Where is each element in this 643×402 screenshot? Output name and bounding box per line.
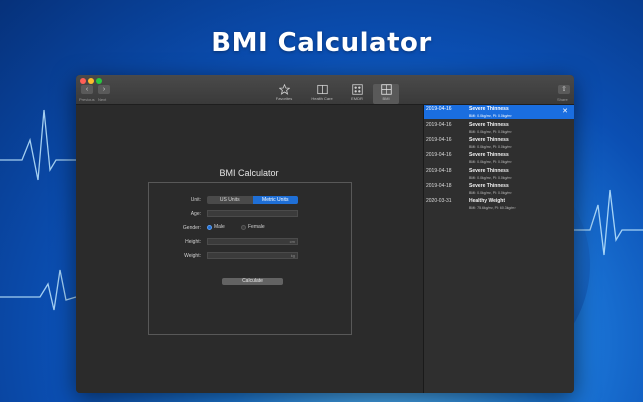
history-row[interactable]: 2020-03-31 Healthy Weight BMI: 75.6kg/m²… xyxy=(424,197,574,211)
history-detail: BMI: 0.0kg/m², PI: 0.0kg/m³ xyxy=(469,130,512,134)
chevron-right-icon: › xyxy=(102,86,106,93)
history-date: 2019-04-16 xyxy=(426,152,452,158)
unit-label: Unit: xyxy=(190,197,201,203)
previous-button[interactable]: ‹ xyxy=(81,85,93,94)
toolbar-item-health-care[interactable]: Health Care xyxy=(309,84,335,104)
minimize-window-button[interactable] xyxy=(88,78,94,84)
calculate-button[interactable]: Calculate xyxy=(222,278,283,285)
gender-female-label: Female xyxy=(248,224,265,230)
share-label: Share xyxy=(557,97,568,102)
history-row[interactable]: 2019-04-18 Severe Thinness BMI: 0.0kg/m²… xyxy=(424,182,574,196)
hero-title: BMI Calculator xyxy=(211,28,432,58)
gender-label: Gender: xyxy=(182,225,201,231)
history-detail: BMI: 0.0kg/m², PI: 0.0kg/m³ xyxy=(469,176,512,180)
height-label: Height: xyxy=(185,239,201,245)
history-list: 2019-04-16 Severe Thinness BMI: 0.0kg/m²… xyxy=(424,105,574,393)
unit-segmented-control[interactable]: US Units Metric Units xyxy=(207,196,298,204)
gender-male-radio[interactable] xyxy=(207,225,212,230)
main-panel: BMI Calculator Unit: US Units Metric Uni… xyxy=(76,105,423,393)
toolbar-item-emdr[interactable]: EMDR xyxy=(344,84,370,104)
toolbar-label-health-care: Health Care xyxy=(311,96,333,101)
weight-label: Weight: xyxy=(184,253,201,259)
history-row[interactable]: 2019-04-18 Severe Thinness BMI: 0.0kg/m²… xyxy=(424,167,574,181)
history-date: 2019-04-18 xyxy=(426,183,452,189)
app-window: ‹ › Previous Next Favorites Health Care xyxy=(76,75,574,393)
form-title: BMI Calculator xyxy=(219,168,279,178)
history-row[interactable]: 2019-04-16 Severe Thinness BMI: 0.0kg/m²… xyxy=(424,136,574,150)
history-detail: BMI: 0.0kg/m², PI: 0.0kg/m³ xyxy=(469,145,512,149)
weight-input[interactable]: kg xyxy=(207,252,298,259)
history-detail: BMI: 75.6kg/m², PI: 60.3kg/m³ xyxy=(469,206,516,210)
toolbar: ‹ › Previous Next Favorites Health Care xyxy=(76,75,574,105)
age-label: Age: xyxy=(190,211,201,217)
age-input[interactable] xyxy=(207,210,298,217)
height-input[interactable]: cm xyxy=(207,238,298,245)
history-detail: BMI: 0.0kg/m², PI: 0.0kg/m³ xyxy=(469,160,512,164)
history-category: Severe Thinness xyxy=(469,137,509,143)
book-icon xyxy=(316,84,328,95)
gender-male-label: Male xyxy=(214,224,225,230)
calculator-icon xyxy=(380,84,392,95)
toolbar-item-bmi[interactable]: BMI xyxy=(373,84,399,104)
close-window-button[interactable] xyxy=(80,78,86,84)
next-label: Next xyxy=(98,97,107,102)
history-date: 2019-04-18 xyxy=(426,168,452,174)
history-row[interactable]: 2019-04-16 Severe Thinness BMI: 0.0kg/m²… xyxy=(424,105,574,119)
zoom-window-button[interactable] xyxy=(96,78,102,84)
chevron-left-icon: ‹ xyxy=(85,86,89,93)
next-button[interactable]: › xyxy=(98,85,110,94)
history-row[interactable]: 2019-04-16 Severe Thinness BMI: 0.0kg/m²… xyxy=(424,121,574,135)
history-date: 2019-04-16 xyxy=(426,122,452,128)
history-row[interactable]: 2019-04-16 Severe Thinness BMI: 0.0kg/m²… xyxy=(424,151,574,165)
toolbar-label-favorites: Favorites xyxy=(275,96,293,101)
gender-female-radio[interactable] xyxy=(241,225,246,230)
star-icon xyxy=(278,84,290,95)
history-category: Severe Thinness xyxy=(469,183,509,189)
toolbar-item-favorites[interactable]: Favorites xyxy=(271,84,297,104)
previous-label: Previous xyxy=(79,97,95,102)
toolbar-label-bmi: BMI xyxy=(382,96,390,101)
history-date: 2019-04-16 xyxy=(426,137,452,143)
grid-dots-icon xyxy=(351,84,363,95)
weight-unit: kg xyxy=(290,253,295,258)
share-icon: ⇧ xyxy=(561,86,567,93)
bmi-form: Unit: US Units Metric Units Age: Gender:… xyxy=(148,182,352,335)
history-detail: BMI: 0.0kg/m², PI: 0.0kg/m³ xyxy=(469,191,512,195)
unit-option-us[interactable]: US Units xyxy=(207,196,253,204)
toolbar-label-emdr: EMDR xyxy=(351,96,363,101)
history-detail: BMI: 0.0kg/m², PI: 0.0kg/m³ xyxy=(469,114,512,118)
history-date: 2020-03-31 xyxy=(426,198,452,204)
share-button[interactable]: ⇧ xyxy=(558,85,570,94)
height-unit: cm xyxy=(289,239,295,244)
unit-option-metric[interactable]: Metric Units xyxy=(252,196,298,204)
history-category: Severe Thinness xyxy=(469,122,509,128)
history-category: Severe Thinness xyxy=(469,152,509,158)
history-category: Healthy Weight xyxy=(469,198,506,204)
history-category: Severe Thinness xyxy=(469,168,509,174)
history-category: Severe Thinness xyxy=(469,106,509,112)
history-date: 2019-04-16 xyxy=(426,106,452,112)
close-icon[interactable]: ✕ xyxy=(562,108,568,115)
